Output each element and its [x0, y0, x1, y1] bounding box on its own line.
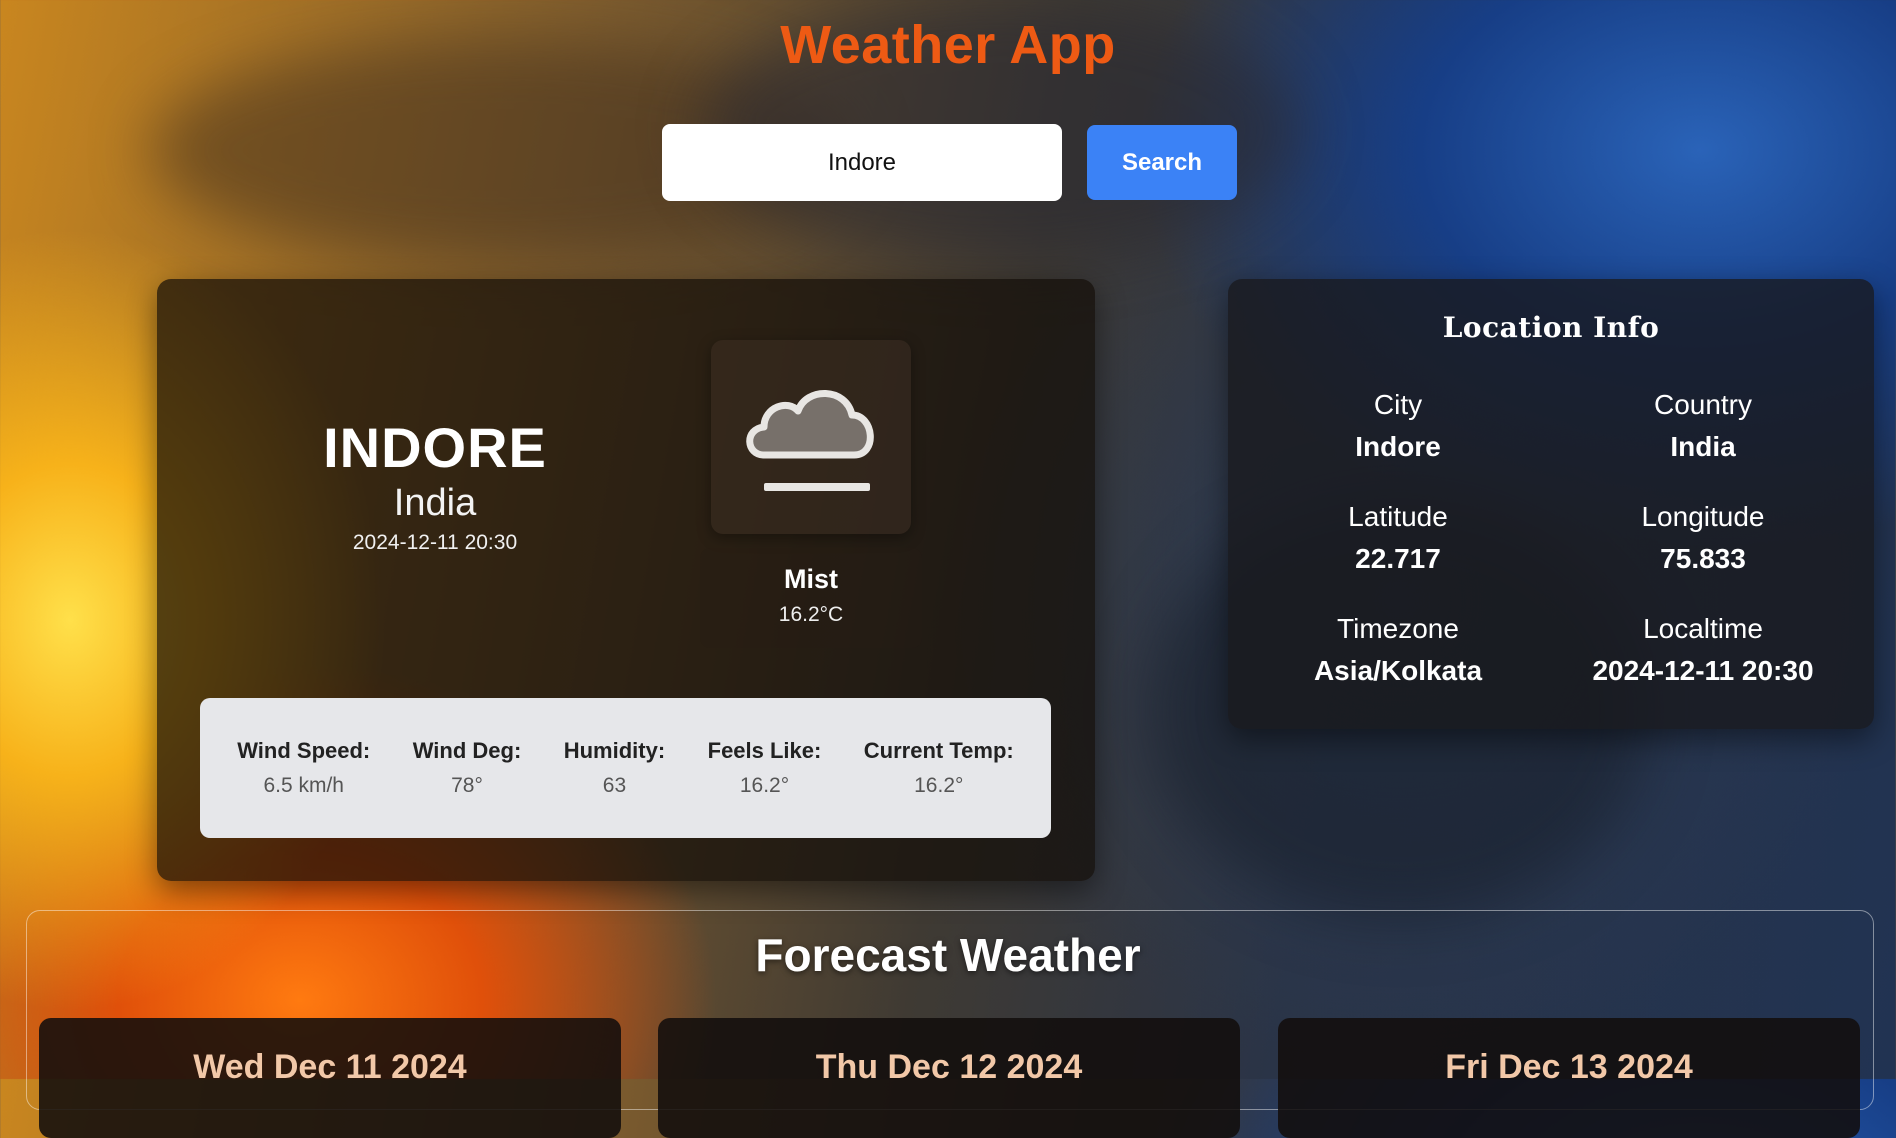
location-label: Country	[1653, 389, 1753, 420]
stat-feels-like: Feels Like: 16.2°	[708, 738, 822, 798]
current-datetime: 2024-12-11 20:30	[352, 531, 518, 554]
location-label: Latitude	[1348, 501, 1448, 532]
weather-icon-tile	[711, 340, 911, 534]
stat-label: Humidity:	[563, 738, 666, 763]
stat-current-temp: Current Temp: 16.2°	[864, 738, 1014, 798]
location-value: Asia/Kolkata	[1313, 655, 1483, 686]
forecast-card[interactable]: Fri Dec 13 2024	[1278, 1018, 1860, 1138]
forecast-date: Thu Dec 12 2024	[815, 1048, 1083, 1086]
stat-label: Wind Deg:	[412, 738, 522, 763]
city-block: INDORE India 2024-12-11 20:30	[270, 420, 600, 555]
forecast-card[interactable]: Wed Dec 11 2024	[39, 1018, 621, 1138]
location-value: 2024-12-11 20:30	[1592, 655, 1814, 686]
forecast-date: Wed Dec 11 2024	[193, 1048, 467, 1086]
location-info-card: Location Info City Indore Country India …	[1228, 279, 1874, 729]
location-value: Indore	[1355, 431, 1441, 462]
stat-value: 16.2°	[914, 774, 964, 797]
search-button[interactable]: Search	[1087, 125, 1237, 200]
stat-value: 6.5 km/h	[263, 774, 344, 797]
country-name: India	[393, 482, 477, 524]
location-info-title: Location Info	[1442, 311, 1660, 344]
stat-wind-deg: Wind Deg: 78°	[413, 738, 522, 798]
app-title: Weather App	[780, 15, 1116, 75]
location-value: 75.833	[1660, 543, 1746, 574]
location-country: Country India	[1553, 389, 1853, 463]
forecast-title: Forecast Weather	[755, 929, 1141, 981]
search-input[interactable]	[662, 124, 1062, 201]
location-value: India	[1670, 431, 1736, 462]
condition-block: Mist 16.2°C	[700, 548, 922, 648]
mist-cloud-icon	[746, 390, 874, 491]
location-latitude: Latitude 22.717	[1248, 501, 1548, 575]
stat-value: 63	[602, 774, 627, 797]
location-value: 22.717	[1355, 543, 1441, 574]
forecast-date: Fri Dec 13 2024	[1445, 1048, 1693, 1086]
stat-label: Feels Like:	[707, 738, 822, 763]
location-label: Longitude	[1641, 501, 1765, 532]
stat-value: 78°	[451, 774, 483, 797]
location-label: Timezone	[1337, 613, 1459, 644]
location-timezone: Timezone Asia/Kolkata	[1248, 613, 1548, 687]
condition-label: Mist	[784, 564, 838, 594]
stat-wind-speed: Wind Speed: 6.5 km/h	[237, 738, 370, 798]
city-name: INDORE	[323, 416, 547, 479]
condition-temp: 16.2°C	[778, 603, 844, 626]
stat-label: Current Temp:	[863, 738, 1014, 763]
stat-value: 16.2°	[739, 774, 790, 797]
forecast-card[interactable]: Thu Dec 12 2024	[658, 1018, 1240, 1138]
stats-bar: Wind Speed: 6.5 km/h Wind Deg: 78° Humid…	[200, 698, 1051, 838]
location-city: City Indore	[1248, 389, 1548, 463]
location-localtime: Localtime 2024-12-11 20:30	[1553, 613, 1853, 687]
location-label: City	[1373, 389, 1423, 420]
location-label: Localtime	[1643, 613, 1763, 644]
stat-humidity: Humidity: 63	[564, 738, 665, 798]
stat-label: Wind Speed:	[237, 738, 371, 763]
location-longitude: Longitude 75.833	[1553, 501, 1853, 575]
